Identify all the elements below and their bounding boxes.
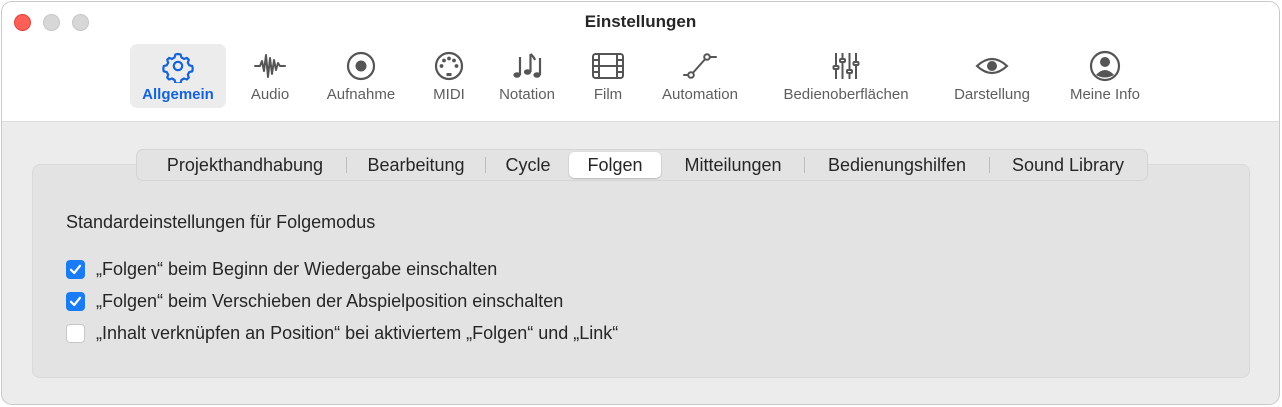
person-icon — [1088, 48, 1122, 84]
tab-bedienungshilfen[interactable]: Bedienungshilfen — [807, 152, 987, 178]
gear-icon — [161, 48, 195, 84]
tab-separator — [346, 157, 347, 173]
toolbar-item-meine-info[interactable]: Meine Info — [1058, 44, 1152, 108]
toolbar-item-audio[interactable]: Audio — [242, 44, 298, 108]
toolbar-item-notation[interactable]: Notation — [490, 44, 564, 108]
toolbar-item-allgemein[interactable]: Allgemein — [130, 44, 226, 108]
titlebar: Einstellungen Allgemein Audio Aufnahme M… — [2, 2, 1279, 122]
toolbar-label: Automation — [662, 86, 738, 103]
toolbar-label: Audio — [250, 86, 290, 103]
toolbar-item-film[interactable]: Film — [584, 44, 632, 108]
tab-separator — [989, 157, 990, 173]
window-title: Einstellungen — [584, 12, 697, 31]
tab-projekthandhabung[interactable]: Projekthandhabung — [145, 152, 345, 178]
option-link-content-to-position[interactable]: „Inhalt verknüpfen an Position“ bei akti… — [66, 322, 618, 344]
waveform-icon — [253, 48, 287, 84]
toolbar-item-bedienoberflaechen[interactable]: Bedienoberflächen — [768, 44, 924, 108]
music-notes-icon — [510, 48, 544, 84]
checkmark-icon — [69, 296, 82, 306]
eye-icon — [975, 48, 1009, 84]
settings-window: Einstellungen Allgemein Audio Aufnahme M… — [1, 1, 1280, 405]
checkbox[interactable] — [66, 323, 85, 343]
film-strip-icon — [591, 48, 625, 84]
toolbar-label: Film — [593, 86, 623, 103]
toolbar-label: Darstellung — [954, 86, 1030, 103]
toolbar-item-automation[interactable]: Automation — [652, 44, 748, 108]
toolbar-label: MIDI — [433, 86, 465, 103]
record-icon — [344, 48, 378, 84]
tab-bearbeitung[interactable]: Bearbeitung — [349, 152, 483, 178]
tab-folgen[interactable]: Folgen — [569, 152, 661, 178]
toolbar-label: Meine Info — [1069, 86, 1141, 103]
option-label: „Inhalt verknüpfen an Position“ bei akti… — [96, 322, 619, 343]
tab-mitteilungen[interactable]: Mitteilungen — [663, 152, 803, 178]
toolbar-label: Notation — [499, 86, 555, 103]
faders-icon — [829, 48, 863, 84]
option-follow-on-move-playhead[interactable]: „Folgen“ beim Verschieben der Abspielpos… — [66, 290, 563, 312]
toolbar-label: Aufnahme — [326, 86, 396, 103]
toolbar-label: Allgemein — [142, 86, 214, 103]
toolbar-label: Bedienoberflächen — [783, 86, 909, 103]
tab-bar: Projekthandhabung Bearbeitung Cycle Folg… — [136, 149, 1148, 181]
toolbar-item-midi[interactable]: MIDI — [424, 44, 474, 108]
tab-cycle[interactable]: Cycle — [489, 152, 567, 178]
toolbar-item-darstellung[interactable]: Darstellung — [942, 44, 1042, 108]
checkbox[interactable] — [66, 291, 85, 311]
midi-connector-icon — [432, 48, 466, 84]
checkbox[interactable] — [66, 259, 85, 279]
checkmark-icon — [69, 264, 82, 274]
tab-separator — [485, 157, 486, 173]
section-title: Standardeinstellungen für Folgemodus — [66, 212, 376, 232]
option-label: „Folgen“ beim Verschieben der Abspielpos… — [96, 290, 564, 311]
automation-curve-icon — [683, 48, 717, 84]
option-label: „Folgen“ beim Beginn der Wiedergabe eins… — [96, 258, 498, 279]
option-follow-on-playback[interactable]: „Folgen“ beim Beginn der Wiedergabe eins… — [66, 258, 497, 280]
tab-separator — [804, 157, 805, 173]
toolbar-item-aufnahme[interactable]: Aufnahme — [318, 44, 404, 108]
tab-sound-library[interactable]: Sound Library — [993, 152, 1143, 178]
